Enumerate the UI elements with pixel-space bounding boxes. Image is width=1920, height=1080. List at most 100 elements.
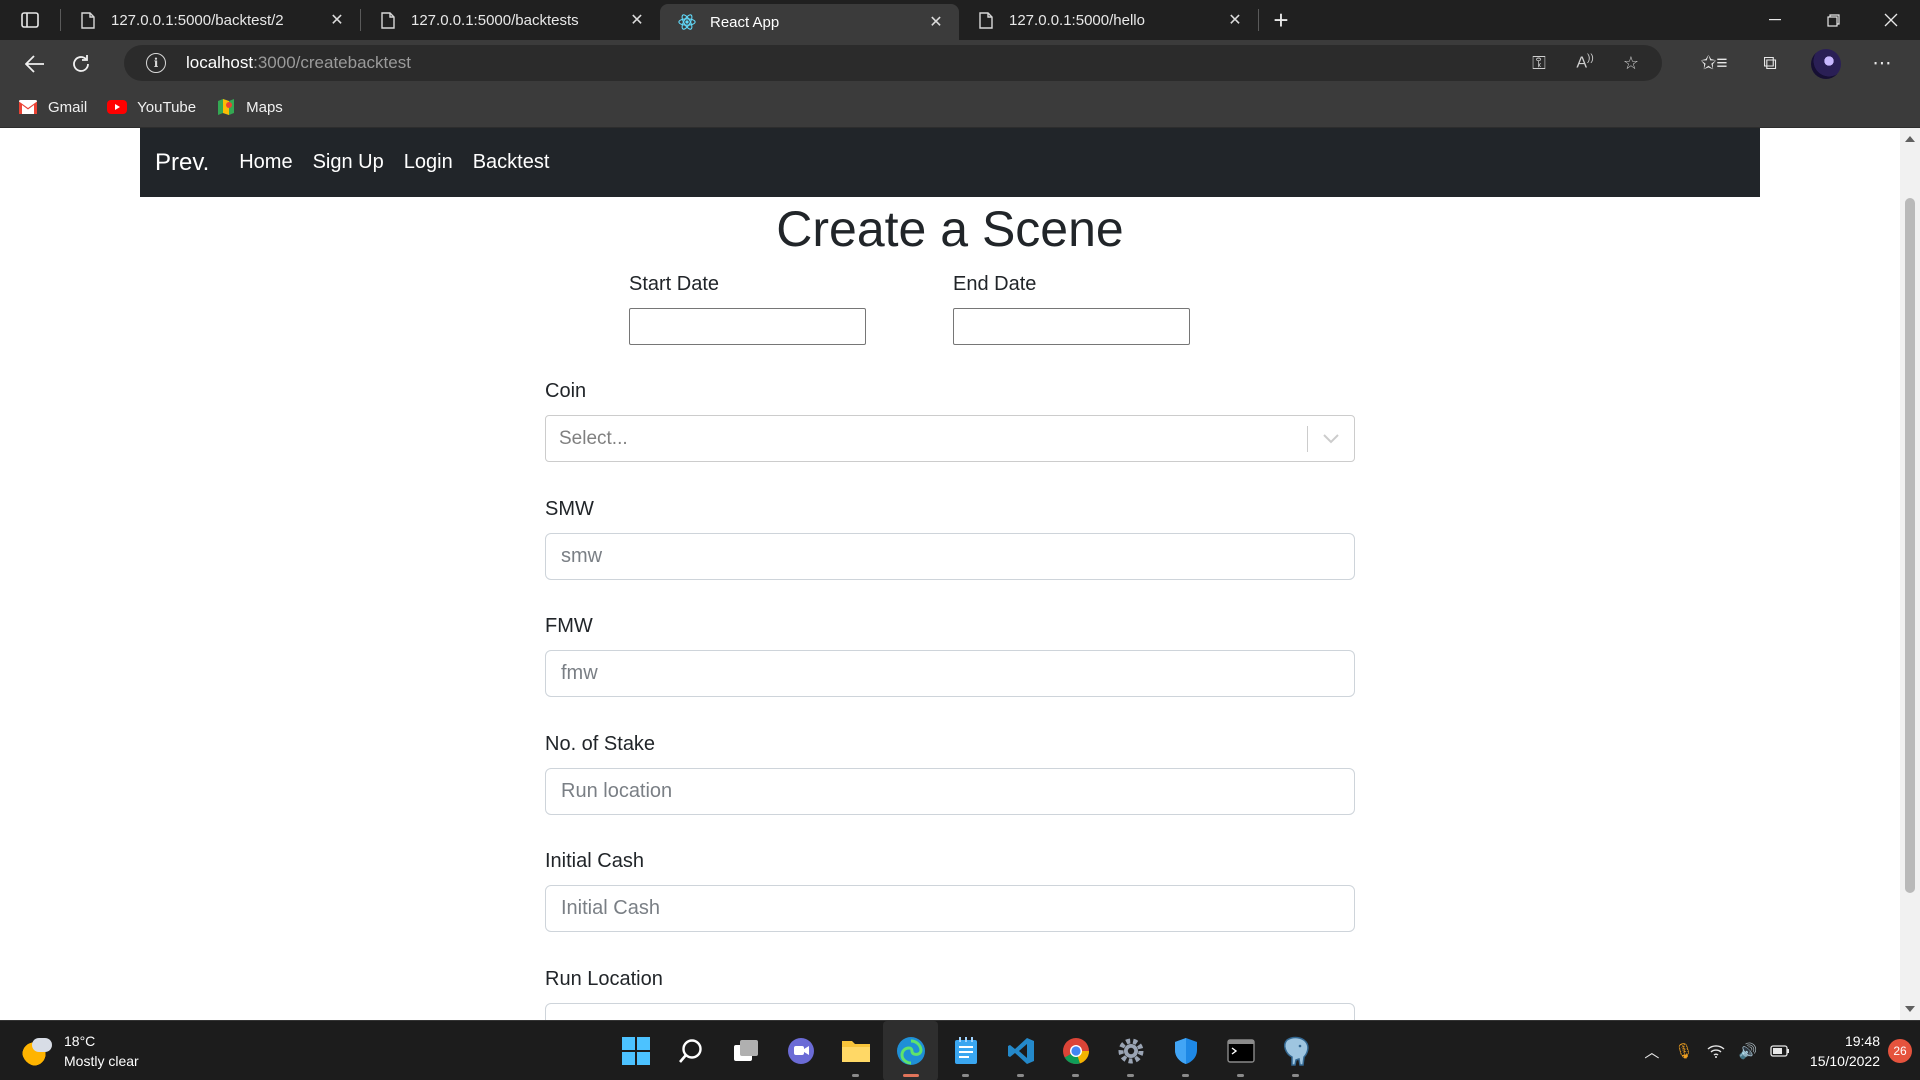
start-date-input[interactable] — [629, 308, 866, 345]
url-tools: ⚿ A)) ☆ — [1516, 45, 1654, 81]
notepad-button[interactable] — [938, 1021, 993, 1080]
weather-icon — [22, 1036, 52, 1066]
key-icon[interactable]: ⚿ — [1516, 53, 1562, 74]
windows-taskbar: 18°C Mostly clear ︿ 🎙 🔊 19:48 15/10/2022… — [0, 1020, 1920, 1080]
brand-link[interactable]: Prev. — [155, 149, 209, 177]
close-window-button[interactable] — [1862, 0, 1920, 40]
battery-icon[interactable] — [1764, 1045, 1796, 1057]
restore-button[interactable] — [1804, 0, 1862, 40]
stake-label: No. of Stake — [545, 733, 656, 755]
teams-chat-button[interactable] — [773, 1021, 828, 1080]
vscode-button[interactable] — [993, 1021, 1048, 1080]
nav-login[interactable]: Login — [404, 151, 453, 174]
bookmark-gmail[interactable]: Gmail — [18, 99, 87, 116]
clock-date: 15/10/2022 — [1809, 1053, 1880, 1069]
minimize-button[interactable] — [1746, 0, 1804, 40]
windows-icon — [621, 1037, 650, 1065]
refresh-button[interactable] — [58, 44, 104, 84]
wifi-icon[interactable] — [1700, 1044, 1732, 1058]
smw-label: SMW — [545, 498, 594, 520]
clock[interactable]: 19:48 15/10/2022 — [1810, 1031, 1880, 1071]
end-date-input[interactable] — [953, 308, 1190, 345]
app-navbar: Prev. Home Sign Up Login Backtest — [140, 128, 1760, 197]
file-explorer-button[interactable] — [828, 1021, 883, 1080]
bookmarks-bar: Gmail YouTube Maps — [0, 87, 1920, 128]
chevron-down-icon[interactable] — [1308, 433, 1354, 444]
browser-tab-bar: 127.0.0.1:5000/backtest/2 ✕ 127.0.0.1:50… — [0, 0, 1920, 40]
browser-toolbar: ✩≡ ⧉ ⋯ — [1686, 40, 1910, 87]
security-button[interactable] — [1158, 1021, 1213, 1080]
favorites-icon[interactable]: ✩≡ — [1686, 52, 1742, 75]
edge-button[interactable] — [883, 1021, 938, 1080]
close-icon[interactable]: ✕ — [927, 13, 945, 31]
notification-badge[interactable]: 26 — [1888, 1039, 1912, 1063]
bookmark-label: Maps — [246, 98, 283, 116]
running-indicator — [852, 1074, 859, 1077]
close-icon[interactable]: ✕ — [1226, 11, 1244, 29]
scroll-up-icon[interactable] — [1905, 136, 1915, 142]
maps-icon — [216, 99, 236, 115]
search-icon — [678, 1039, 702, 1063]
add-favorite-icon[interactable]: ☆ — [1608, 53, 1654, 74]
tab-actions-button[interactable] — [0, 0, 60, 40]
new-tab-button[interactable]: + — [1259, 0, 1303, 40]
window-controls — [1746, 0, 1920, 40]
page-scrollbar[interactable] — [1900, 128, 1920, 1020]
running-indicator — [1127, 1074, 1134, 1077]
weather-widget[interactable]: 18°C Mostly clear — [22, 1031, 139, 1071]
more-menu-icon[interactable]: ⋯ — [1854, 52, 1910, 75]
url-field[interactable]: i localhost:3000/createbacktest ⚿ A)) ☆ — [124, 45, 1662, 81]
close-icon[interactable]: ✕ — [628, 11, 646, 29]
back-button[interactable] — [12, 44, 58, 84]
tab-hello[interactable]: 127.0.0.1:5000/hello ✕ — [959, 0, 1258, 40]
bookmark-maps[interactable]: Maps — [216, 99, 283, 116]
scroll-down-icon[interactable] — [1905, 1006, 1915, 1012]
pgadmin-button[interactable] — [1268, 1021, 1323, 1080]
clock-time: 19:48 — [1844, 1033, 1880, 1049]
vscode-icon — [1007, 1038, 1034, 1064]
taskbar-apps — [608, 1021, 1323, 1080]
settings-button[interactable] — [1103, 1021, 1158, 1080]
url-path: :3000/createbacktest — [253, 53, 411, 72]
terminal-button[interactable] — [1213, 1021, 1268, 1080]
smw-input[interactable] — [545, 533, 1355, 580]
microphone-icon[interactable]: 🎙 — [1668, 1042, 1700, 1060]
refresh-icon — [73, 54, 89, 72]
page-icon — [977, 11, 995, 29]
nav-backtest[interactable]: Backtest — [473, 151, 550, 174]
folder-icon — [841, 1041, 870, 1062]
volume-icon[interactable]: 🔊 — [1732, 1042, 1764, 1060]
running-indicator — [1017, 1074, 1024, 1077]
start-button[interactable] — [608, 1021, 663, 1080]
collections-icon[interactable]: ⧉ — [1742, 53, 1798, 75]
task-view-icon — [733, 1040, 758, 1061]
task-view-button[interactable] — [718, 1021, 773, 1080]
tab-react-app[interactable]: React App ✕ — [660, 4, 959, 40]
nav-sign-up[interactable]: Sign Up — [313, 151, 384, 174]
tab-title: 127.0.0.1:5000/backtests — [411, 11, 579, 29]
coin-select[interactable]: Select... — [545, 415, 1355, 462]
tab-backtests[interactable]: 127.0.0.1:5000/backtests ✕ — [361, 0, 660, 40]
elephant-icon — [1283, 1036, 1309, 1066]
search-button[interactable] — [663, 1021, 718, 1080]
run-location-label: Run Location — [545, 968, 663, 990]
nav-home[interactable]: Home — [239, 151, 292, 174]
run-location-input[interactable] — [545, 1003, 1355, 1020]
initial-cash-input[interactable] — [545, 885, 1355, 932]
read-aloud-icon[interactable]: A)) — [1562, 53, 1608, 72]
shield-icon — [1174, 1038, 1197, 1064]
fmw-label: FMW — [545, 615, 593, 637]
info-icon[interactable]: i — [146, 53, 166, 73]
stake-input[interactable] — [545, 768, 1355, 815]
close-icon[interactable]: ✕ — [328, 11, 346, 29]
scroll-thumb[interactable] — [1905, 198, 1915, 893]
bookmark-youtube[interactable]: YouTube — [107, 99, 196, 116]
running-indicator — [1292, 1074, 1299, 1077]
chevron-up-icon[interactable]: ︿ — [1636, 1041, 1668, 1062]
chrome-button[interactable] — [1048, 1021, 1103, 1080]
coin-label: Coin — [545, 380, 587, 402]
react-icon — [678, 13, 696, 31]
profile-avatar[interactable] — [1811, 48, 1841, 79]
tab-backtest-2[interactable]: 127.0.0.1:5000/backtest/2 ✕ — [61, 0, 360, 40]
fmw-input[interactable] — [545, 650, 1355, 697]
